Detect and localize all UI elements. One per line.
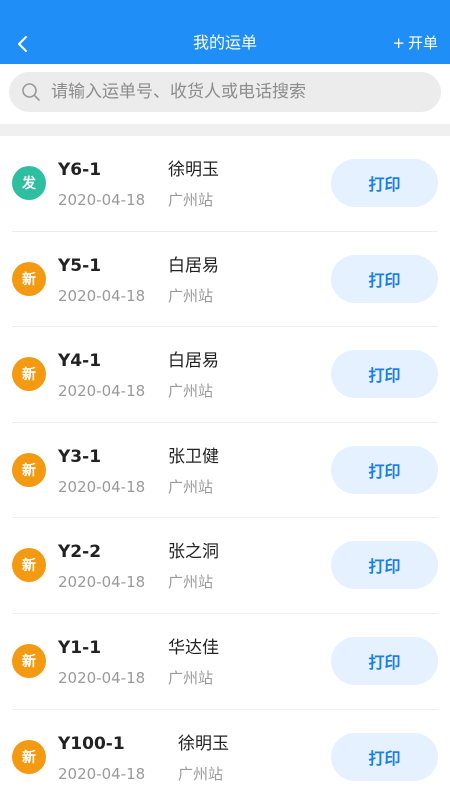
order-row[interactable]: 新 Y2-2 2020-04-18 张之洞 广州站 打印	[12, 518, 438, 614]
print-button[interactable]: 打印	[331, 445, 438, 494]
search-input[interactable]	[51, 82, 431, 102]
station-name: 广州站	[168, 382, 214, 401]
receiver-name: 徐明玉	[168, 160, 219, 180]
station-name: 广州站	[168, 573, 214, 592]
order-row[interactable]: 发 Y6-1 2020-04-18 徐明玉 广州站 打印	[12, 136, 438, 232]
waybill-number: Y6-1	[58, 160, 102, 180]
receiver-name: 徐明玉	[178, 733, 229, 754]
status-badge: 新	[12, 357, 46, 392]
receiver-name: 张卫健	[168, 446, 219, 467]
print-button[interactable]: 打印	[331, 350, 438, 399]
print-button[interactable]: 打印	[331, 636, 438, 685]
waybill-number: Y4-1	[58, 351, 102, 372]
order-date: 2020-04-18	[58, 382, 146, 401]
waybill-number: Y5-1	[58, 255, 102, 276]
order-date: 2020-04-18	[58, 668, 146, 687]
order-row[interactable]: 新 Y1-1 2020-04-18 华达佳 广州站 打印	[12, 614, 438, 710]
order-row[interactable]: 新 Y5-1 2020-04-18 白居易 广州站 打印	[12, 232, 438, 328]
status-badge: 新	[12, 261, 46, 296]
section-divider	[0, 124, 450, 136]
status-badge: 新	[12, 739, 46, 774]
station-name: 广州站	[168, 286, 214, 305]
new-order-button[interactable]: + 开单	[392, 34, 438, 52]
print-button[interactable]: 打印	[331, 541, 438, 590]
status-badge: 新	[12, 643, 46, 678]
page-title: 我的运单	[192, 33, 257, 52]
plus-icon: +	[392, 34, 405, 52]
status-badge: 发	[12, 166, 46, 200]
top-nav-bar: 我的运单 + 开单	[0, 0, 450, 64]
waybill-number: Y3-1	[58, 446, 102, 467]
search-icon	[21, 82, 41, 102]
search-area	[0, 64, 450, 124]
station-name: 广州站	[168, 668, 214, 687]
station-name: 广州站	[168, 191, 214, 209]
new-order-label: 开单	[407, 34, 438, 52]
print-button[interactable]: 打印	[331, 732, 438, 781]
receiver-name: 华达佳	[168, 637, 219, 658]
receiver-name: 白居易	[168, 255, 219, 276]
search-bar[interactable]	[9, 72, 441, 112]
waybill-number: Y100-1	[58, 733, 125, 754]
print-button[interactable]: 打印	[331, 254, 438, 303]
order-row[interactable]: 新 Y3-1 2020-04-18 张卫健 广州站 打印	[12, 423, 438, 519]
print-button[interactable]: 打印	[331, 159, 438, 207]
order-row[interactable]: 新 Y4-1 2020-04-18 白居易 广州站 打印	[12, 327, 438, 423]
station-name: 广州站	[168, 477, 214, 496]
waybill-number: Y1-1	[58, 637, 102, 658]
order-date: 2020-04-18	[58, 191, 146, 209]
receiver-name: 张之洞	[168, 542, 219, 563]
station-name: 广州站	[178, 764, 224, 783]
order-date: 2020-04-18	[58, 286, 146, 305]
order-date: 2020-04-18	[58, 764, 146, 783]
status-badge: 新	[12, 452, 46, 487]
status-badge: 新	[12, 548, 46, 583]
receiver-name: 白居易	[168, 351, 219, 372]
waybill-number: Y2-2	[58, 542, 102, 563]
order-date: 2020-04-18	[58, 477, 146, 496]
order-date: 2020-04-18	[58, 573, 146, 592]
order-row[interactable]: 新 Y100-1 2020-04-18 徐明玉 广州站 打印	[12, 710, 438, 805]
order-list: 发 Y6-1 2020-04-18 徐明玉 广州站 打印 新 Y5-1 2020…	[0, 136, 450, 805]
